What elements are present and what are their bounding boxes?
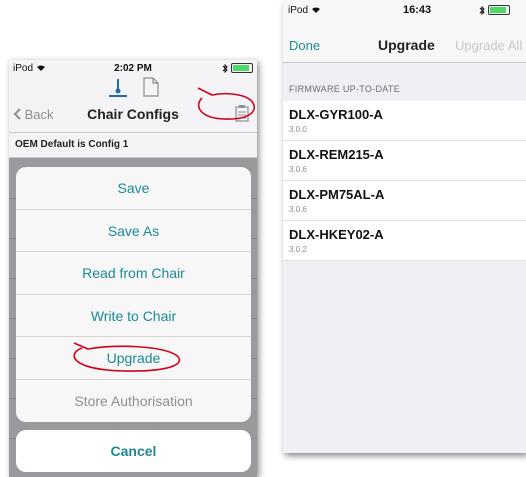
upgrade-button[interactable]: Upgrade [16, 337, 251, 380]
battery-icon [231, 63, 253, 73]
list-item[interactable]: DLX-GYR100-A 3.0.0 [283, 101, 526, 141]
battery-icon [488, 5, 510, 15]
chair-config-icon[interactable] [107, 77, 129, 99]
list-item[interactable]: DLX-REM215-A 3.0.6 [283, 141, 526, 181]
firmware-version: 3.0.0 [289, 125, 307, 134]
save-button[interactable]: Save [16, 167, 251, 210]
firmware-version: 3.0.6 [289, 205, 307, 214]
wifi-icon [311, 7, 320, 13]
page-title: Upgrade [378, 37, 435, 53]
document-icon[interactable] [143, 77, 159, 97]
write-to-chair-button[interactable]: Write to Chair [16, 295, 251, 337]
upgrade-all-button[interactable]: Upgrade All [455, 38, 522, 53]
status-right [222, 63, 253, 73]
done-button[interactable]: Done [289, 38, 320, 53]
carrier-label: iPod [288, 5, 321, 16]
bluetooth-icon [479, 5, 485, 15]
status-time: 16:43 [403, 4, 432, 16]
right-phone-screen: iPod 16:43 Done Upgrade Upgrade All FIRM… [283, 0, 526, 453]
top-tab-icons [9, 77, 257, 101]
action-sheet: Save Save As Read from Chair Write to Ch… [16, 167, 251, 422]
clipboard-icon[interactable] [235, 104, 249, 122]
bluetooth-icon [222, 63, 228, 73]
firmware-name: DLX-GYR100-A [289, 107, 383, 122]
status-bar: iPod 16:43 [283, 0, 526, 18]
firmware-name: DLX-HKEY02-A [289, 227, 384, 242]
oem-default-label: OEM Default is Config 1 [9, 132, 257, 158]
firmware-version: 3.0.2 [289, 245, 307, 254]
read-from-chair-button[interactable]: Read from Chair [16, 252, 251, 295]
firmware-version: 3.0.6 [289, 165, 307, 174]
page-title: Chair Configs [87, 106, 179, 122]
store-authorisation-button[interactable]: Store Authorisation [16, 380, 251, 423]
list-item[interactable]: DLX-HKEY02-A 3.0.2 [283, 221, 526, 261]
save-as-button[interactable]: Save As [16, 210, 251, 252]
nav-bar: Done Upgrade Upgrade All [283, 18, 526, 63]
status-right [479, 5, 510, 15]
cancel-button[interactable]: Cancel [16, 430, 251, 472]
section-header: FIRMWARE UP-TO-DATE [289, 84, 401, 94]
firmware-name: DLX-REM215-A [289, 147, 384, 162]
status-time: 2:02 PM [114, 63, 152, 74]
firmware-name: DLX-PM75AL-A [289, 187, 385, 202]
left-phone-screen: iPod 2:02 PM Back Chair Configs OEM Defa… [9, 60, 257, 477]
list-item[interactable]: DLX-PM75AL-A 3.0.6 [283, 181, 526, 221]
carrier-text: iPod [288, 5, 309, 16]
status-bar: iPod 2:02 PM [9, 60, 257, 78]
firmware-list: DLX-GYR100-A 3.0.0 DLX-REM215-A 3.0.6 DL… [283, 101, 526, 261]
nav-bar: Back Chair Configs [9, 102, 257, 126]
